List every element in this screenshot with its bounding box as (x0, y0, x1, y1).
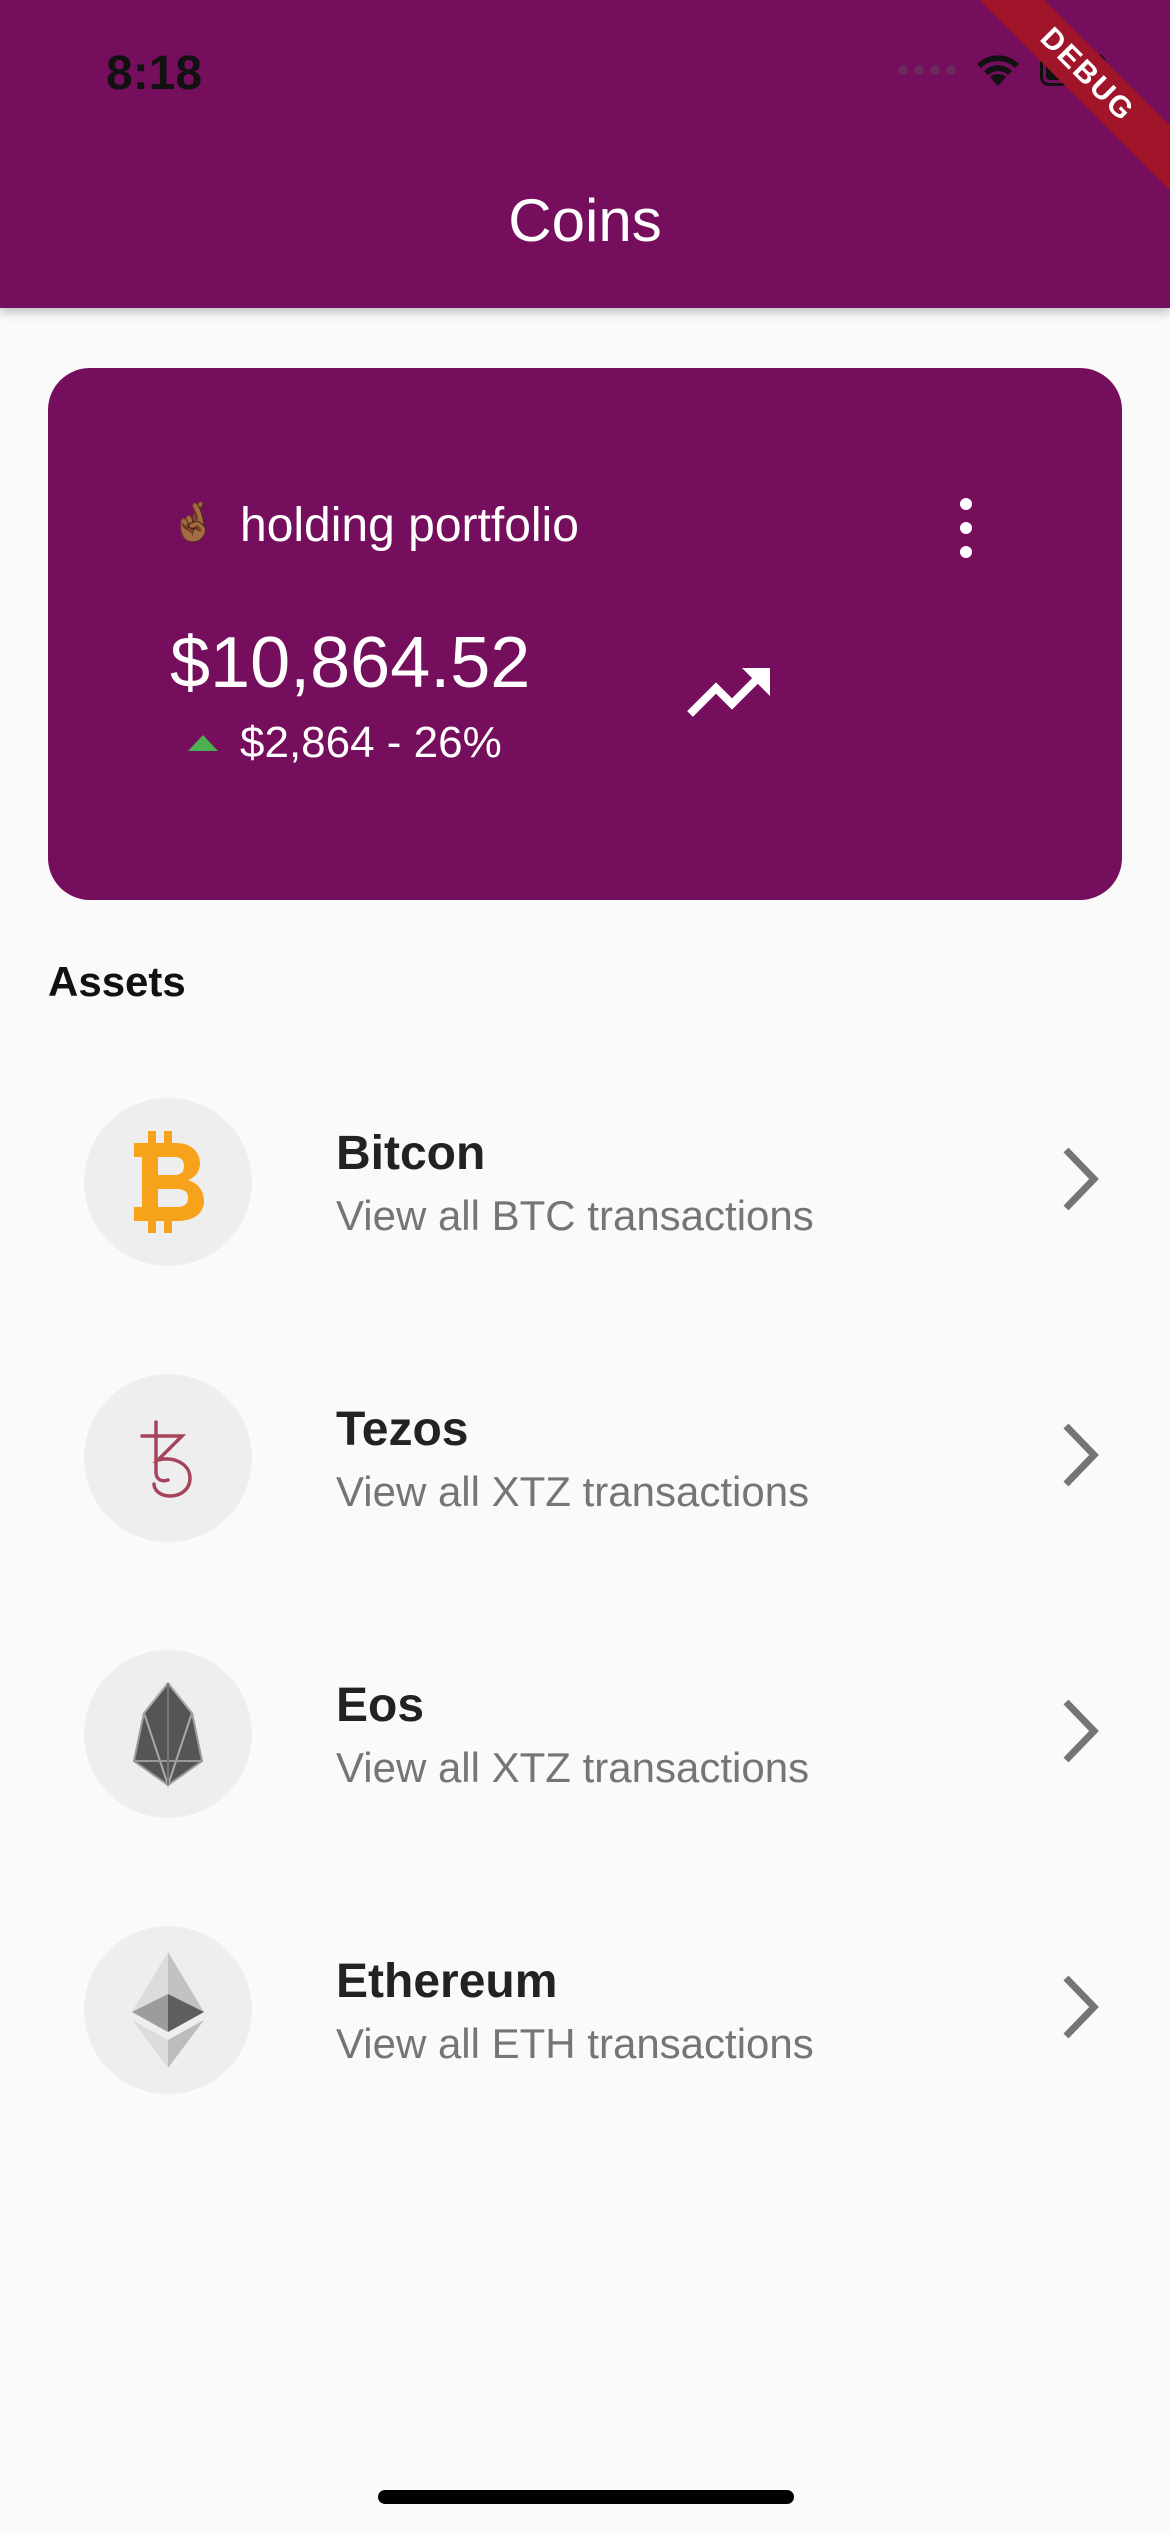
portfolio-card[interactable]: 🤞🏾 holding portfolio $10,864.52 $2,864 -… (48, 368, 1122, 900)
signal-icon (898, 65, 956, 75)
portfolio-change: $2,864 - 26% (240, 718, 502, 767)
portfolio-balance: $10,864.52 (170, 623, 531, 703)
coin-avatar (84, 1650, 252, 1818)
asset-subtitle: View all XTZ transactions (336, 1744, 810, 1791)
asset-name: Tezos (336, 1403, 469, 1456)
tezos-icon (140, 1420, 192, 1498)
wifi-icon (977, 55, 1019, 86)
ethereum-icon (132, 1952, 204, 2068)
eos-icon (132, 1682, 204, 1789)
asset-name: Bitcon (336, 1127, 486, 1180)
trending-up-icon (687, 668, 770, 717)
page-title: Coins (508, 187, 662, 254)
more-options-icon[interactable] (950, 498, 982, 558)
chevron-right-icon (1063, 1699, 1099, 1763)
portfolio-change-row: $2,864 - 26% (188, 718, 502, 768)
home-indicator[interactable] (378, 2490, 794, 2504)
asset-row-ethereum[interactable]: Ethereum View all ETH transactions (0, 1898, 1170, 2138)
asset-subtitle: View all XTZ transactions (336, 1468, 810, 1515)
asset-row-bitcoin[interactable]: Bitcon View all BTC transactions (0, 1070, 1170, 1310)
asset-subtitle: View all ETH transactions (336, 2020, 814, 2067)
coin-avatar (84, 1926, 252, 2094)
asset-row-eos[interactable]: Eos View all XTZ transactions (0, 1622, 1170, 1862)
coin-avatar (84, 1374, 252, 1542)
asset-subtitle: View all BTC transactions (336, 1192, 814, 1239)
asset-name: Ethereum (336, 1955, 558, 2008)
chevron-right-icon (1063, 1147, 1099, 1211)
asset-name: Eos (336, 1679, 425, 1732)
chevron-right-icon (1063, 1423, 1099, 1487)
chevron-right-icon (1063, 1975, 1099, 2039)
status-time: 8:18 (106, 47, 203, 100)
asset-row-tezos[interactable]: Tezos View all XTZ transactions (0, 1346, 1170, 1586)
fingers-crossed-emoji: 🤞🏾 (170, 502, 218, 544)
app-bar: 8:18 DEBUG Coins (0, 0, 1170, 308)
arrow-up-icon (188, 735, 218, 751)
portfolio-title: holding portfolio (240, 499, 579, 552)
debug-banner: DEBUG (954, 0, 1170, 208)
assets-heading: Assets (48, 958, 186, 1005)
coin-avatar (84, 1098, 252, 1266)
bitcoin-icon (134, 1131, 204, 1233)
